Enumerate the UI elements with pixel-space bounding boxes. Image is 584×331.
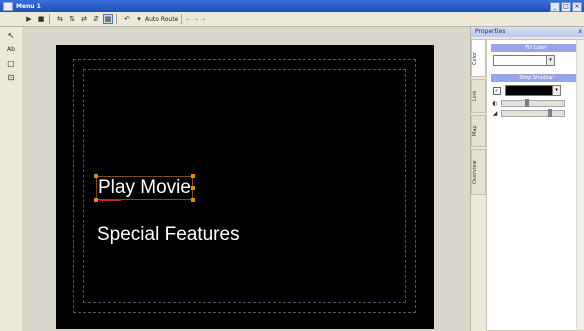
play-icon[interactable]: ▶: [24, 14, 34, 24]
fill-color-swatch[interactable]: [493, 55, 547, 66]
menu-stage[interactable]: Play Movie Special Features: [56, 45, 434, 329]
selection-handle[interactable]: [190, 174, 195, 178]
text-tool-icon[interactable]: Ab: [5, 44, 17, 55]
properties-tabs: Color Link Map Overview: [471, 39, 486, 259]
align-top-icon[interactable]: ⇅: [67, 14, 77, 24]
fill-color-row: ▾: [493, 55, 579, 66]
properties-title: Properties: [475, 28, 506, 35]
special-features-label: Special Features: [97, 224, 240, 245]
properties-header: Properties x: [471, 27, 584, 37]
play-movie-label: Play Movie: [98, 177, 191, 198]
window-controls: _ □ ×: [550, 2, 582, 12]
canvas-area: Play Movie Special Features: [22, 27, 470, 331]
chevron-down-icon[interactable]: ▾: [547, 55, 555, 66]
shadow-section-header: Drop Shadow: [491, 74, 581, 82]
tab-map-label: Map: [472, 125, 478, 137]
play-movie-button[interactable]: Play Movie: [94, 174, 195, 202]
close-icon[interactable]: x: [578, 27, 582, 37]
tab-overview[interactable]: Overview: [471, 149, 486, 195]
grid-icon[interactable]: ▦: [103, 14, 113, 24]
button-tool-icon[interactable]: ⊡: [5, 72, 17, 83]
rectangle-tool-icon[interactable]: ▢: [5, 58, 17, 69]
selection-handle[interactable]: [190, 198, 195, 202]
size-slider[interactable]: [501, 108, 565, 117]
stop-icon[interactable]: ■: [36, 14, 46, 24]
close-button[interactable]: ×: [572, 2, 582, 12]
toolbar-divider: [116, 14, 117, 24]
shadow-checkbox[interactable]: ✓: [493, 86, 501, 95]
undo-icon[interactable]: ↶: [122, 14, 132, 24]
toolbar: ▶ ■ ⇆ ⇅ ⇄ ⇵ ▦ ↶ ▾ Auto Route ⇠ ⇢ ⇢: [0, 12, 584, 27]
properties-panel: Properties x Color Link Map Overview Fil…: [470, 27, 584, 331]
tab-link[interactable]: Link: [471, 79, 486, 113]
opacity-row: ◐: [491, 98, 581, 107]
window-title: Menu 1: [16, 2, 41, 10]
shadow-color-swatch[interactable]: [505, 85, 553, 96]
tab-color[interactable]: Color: [471, 39, 486, 77]
special-features-button[interactable]: Special Features: [97, 224, 240, 246]
size-row: ◢: [491, 108, 581, 117]
pointer-tool-icon[interactable]: ↖: [5, 30, 17, 41]
align-left-icon[interactable]: ⇆: [55, 14, 65, 24]
opacity-slider-thumb[interactable]: [525, 98, 530, 107]
maximize-button[interactable]: □: [561, 2, 571, 12]
tab-overview-label: Overview: [472, 160, 478, 184]
chevron-down-icon[interactable]: ▾: [553, 85, 561, 96]
window-titlebar: Menu 1 _ □ ×: [0, 0, 584, 12]
shadow-color-row: ✓ ▾: [493, 85, 579, 96]
fill-section-header: Fill Color: [491, 44, 581, 52]
link-indicator: [99, 200, 121, 201]
toolbar-divider: [49, 14, 50, 24]
selection-handle[interactable]: [94, 198, 98, 202]
selection-handle[interactable]: [94, 174, 98, 178]
tab-link-label: Link: [472, 90, 478, 102]
dropdown-icon[interactable]: ▾: [134, 14, 144, 24]
opacity-slider[interactable]: [501, 98, 565, 107]
selection-handle[interactable]: [190, 186, 195, 190]
tab-map[interactable]: Map: [471, 115, 486, 147]
opacity-icon: ◐: [492, 99, 498, 107]
toolbar-divider: [181, 14, 183, 24]
route-arrows-icon[interactable]: ⇠ ⇢ ⇢: [186, 16, 205, 23]
minimize-button[interactable]: _: [550, 2, 560, 12]
tab-color-label: Color: [472, 51, 478, 65]
size-slider-thumb[interactable]: [548, 108, 553, 117]
pane-scrollbar[interactable]: [576, 40, 584, 330]
app-icon: [3, 1, 13, 11]
distribute-vertical-icon[interactable]: ⇵: [91, 14, 101, 24]
color-pane: Fill Color ▾ Drop Shadow ✓ ▾ ◐ ◢: [486, 39, 584, 331]
tools-palette: ↖ Ab ▢ ⊡: [0, 27, 23, 331]
autoroute-button[interactable]: Auto Route: [145, 16, 178, 23]
size-icon: ◢: [492, 109, 498, 117]
distribute-horizontal-icon[interactable]: ⇄: [79, 14, 89, 24]
